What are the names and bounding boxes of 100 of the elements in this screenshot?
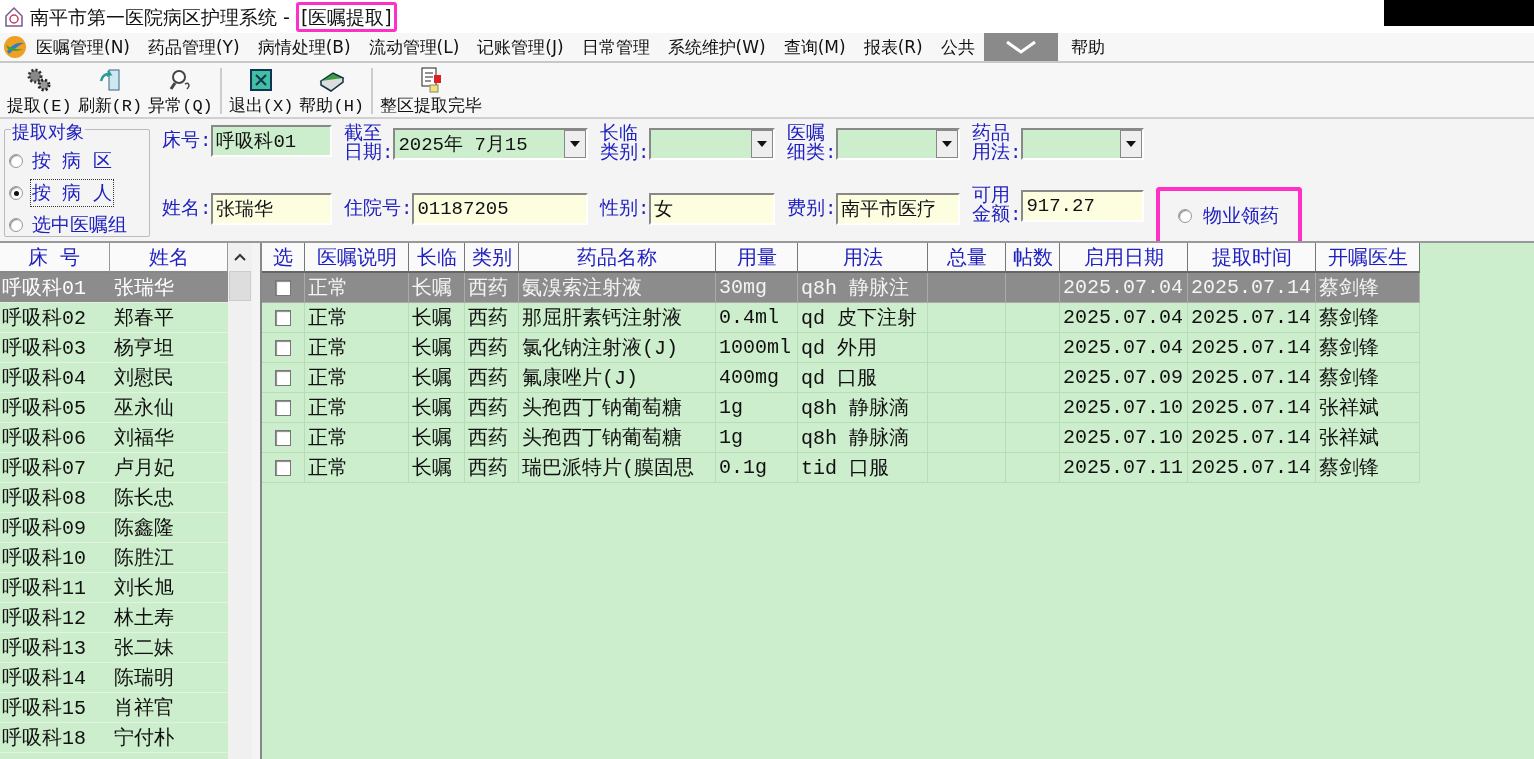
column-header[interactable]: 药品名称 xyxy=(519,243,716,273)
radio-button[interactable] xyxy=(1178,209,1192,223)
radio-label: 按 病 区 xyxy=(31,150,113,174)
table-cell[interactable]: 呼吸科03 xyxy=(0,333,110,363)
radio-button[interactable] xyxy=(9,186,23,200)
table-cell: q8h 静脉滴 xyxy=(798,423,928,453)
column-header[interactable]: 启用日期 xyxy=(1060,243,1188,273)
gears-icon xyxy=(26,67,53,93)
menu-item[interactable]: 药品管理(Y) xyxy=(139,35,249,59)
table-cell[interactable]: 呼吸科04 xyxy=(0,363,110,393)
table-cell[interactable]: 呼吸科11 xyxy=(0,573,110,603)
checkbox[interactable] xyxy=(275,309,291,326)
menu-item[interactable]: 帮助 xyxy=(1061,35,1114,59)
table-cell: 2025.07.14 xyxy=(1188,273,1316,303)
column-header[interactable]: 选 xyxy=(262,243,305,273)
column-header[interactable]: 床 号 xyxy=(0,243,110,273)
table-cell: 1g xyxy=(716,393,798,423)
table-cell: 长嘱 xyxy=(409,303,465,333)
menu-item[interactable]: 记账管理(J) xyxy=(468,35,573,59)
dropdown-field[interactable] xyxy=(649,128,775,160)
scroll-up-icon[interactable] xyxy=(234,253,246,261)
table-cell: 正常 xyxy=(305,333,409,363)
table-cell[interactable]: 呼吸科05 xyxy=(0,393,110,423)
radio-button[interactable] xyxy=(9,218,23,232)
dropdown-field[interactable] xyxy=(836,128,960,160)
column-header[interactable]: 用法 xyxy=(798,243,928,273)
menu-item[interactable]: 流动管理(L) xyxy=(359,35,469,59)
table-cell[interactable]: 呼吸科18 xyxy=(0,723,110,753)
menu-item[interactable]: 病情处理(B) xyxy=(248,35,360,59)
collapse-button[interactable] xyxy=(983,33,1058,61)
table-cell[interactable]: 呼吸科14 xyxy=(0,663,110,693)
input-field[interactable]: 张瑞华 xyxy=(211,193,332,225)
table-cell: 2025.07.10 xyxy=(1060,393,1188,423)
field-label: 截至日期: xyxy=(344,125,394,163)
table-cell: 瑞巴派特片(膜固思 xyxy=(519,453,716,483)
dropdown-field[interactable]: 2025年 7月15 xyxy=(393,128,588,160)
column-header[interactable]: 帖数 xyxy=(1006,243,1060,273)
menu-item[interactable]: 系统维护(W) xyxy=(658,35,775,59)
toolbar-button[interactable]: 提取(E) xyxy=(4,65,75,117)
table-cell[interactable]: 呼吸科12 xyxy=(0,603,110,633)
menu-item[interactable]: 查询(M) xyxy=(774,35,855,59)
column-header[interactable]: 类别 xyxy=(465,243,519,273)
checkbox[interactable] xyxy=(275,369,291,386)
scroll-thumb[interactable] xyxy=(229,271,251,301)
table-cell: 西药 xyxy=(465,363,519,393)
table-cell[interactable]: 呼吸科07 xyxy=(0,453,110,483)
table-cell[interactable]: 呼吸科09 xyxy=(0,513,110,543)
toolbar-button[interactable]: 异常(Q) xyxy=(145,65,216,117)
table-cell[interactable]: 呼吸科02 xyxy=(0,303,110,333)
table-cell: 正常 xyxy=(305,303,409,333)
table-cell: 西药 xyxy=(465,333,519,363)
checkbox[interactable] xyxy=(275,459,291,476)
table-cell: 西药 xyxy=(465,453,519,483)
checkbox[interactable] xyxy=(275,279,291,296)
menu-item[interactable]: 医嘱管理(N) xyxy=(27,35,139,59)
column-header[interactable]: 提取时间 xyxy=(1188,243,1316,273)
table-cell: 张祥斌 xyxy=(1316,393,1420,423)
toolbar-button[interactable]: 退出(X) xyxy=(225,65,297,117)
input-field[interactable]: 01187205 xyxy=(412,193,588,225)
checkbox[interactable] xyxy=(275,429,291,446)
box-x-icon xyxy=(248,67,275,93)
table-cell: q8h 静脉注 xyxy=(798,273,928,303)
table-cell: 2025.07.04 xyxy=(1060,333,1188,363)
input-field[interactable]: 917.27 xyxy=(1021,190,1144,222)
input-field[interactable]: 呼吸科01 xyxy=(211,125,332,157)
column-header[interactable]: 长临 xyxy=(409,243,465,273)
column-header[interactable]: 医嘱说明 xyxy=(305,243,409,273)
input-field[interactable]: 南平市医疗 xyxy=(836,193,960,225)
radio-button[interactable] xyxy=(9,154,23,168)
toolbar-button[interactable]: 刷新(R) xyxy=(74,65,146,117)
column-header[interactable]: 姓名 xyxy=(110,243,228,273)
table-cell[interactable]: 呼吸科10 xyxy=(0,543,110,573)
checkbox[interactable] xyxy=(275,339,291,356)
table-cell[interactable]: 呼吸科15 xyxy=(0,693,110,723)
checkbox[interactable] xyxy=(275,399,291,416)
field-label: 性别: xyxy=(600,199,650,219)
radio-label: 选中医嘱组 xyxy=(31,214,128,238)
table-cell: 蔡剑锋 xyxy=(1316,363,1420,393)
table-cell: 西药 xyxy=(465,273,519,303)
table-cell: 2025.07.14 xyxy=(1188,333,1316,363)
menu-item[interactable]: 日常管理 xyxy=(572,35,659,59)
column-header[interactable]: 总量 xyxy=(928,243,1006,273)
toolbar-button[interactable]: 整区提取完毕 xyxy=(377,65,486,117)
table-cell: 长嘱 xyxy=(409,393,465,423)
table-cell: 长嘱 xyxy=(409,333,465,363)
menu-item[interactable]: 报表(R) xyxy=(854,35,932,59)
table-cell[interactable]: 呼吸科13 xyxy=(0,633,110,663)
table-cell: 0.1g xyxy=(716,453,798,483)
table-cell: 氟康唑片(J) xyxy=(519,363,716,393)
column-header[interactable]: 开嘱医生 xyxy=(1316,243,1420,273)
table-cell: 2025.07.14 xyxy=(1188,393,1316,423)
input-field[interactable]: 女 xyxy=(649,193,775,225)
table-cell[interactable]: 呼吸科08 xyxy=(0,483,110,513)
table-cell: 蔡剑锋 xyxy=(1316,273,1420,303)
field-label: 住院号: xyxy=(344,199,413,219)
table-cell[interactable]: 呼吸科06 xyxy=(0,423,110,453)
column-header[interactable]: 用量 xyxy=(716,243,798,273)
menu-item[interactable]: 公共 xyxy=(931,35,984,59)
toolbar-button[interactable]: 帮助(H) xyxy=(296,65,368,117)
dropdown-field[interactable] xyxy=(1021,128,1144,160)
